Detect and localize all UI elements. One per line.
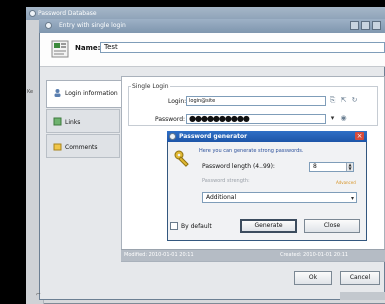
- tab-links[interactable]: Links: [46, 109, 120, 133]
- dialog-close-icon[interactable]: ×: [355, 132, 364, 140]
- keys-icon: [173, 149, 193, 169]
- person-icon: [54, 89, 61, 97]
- login-label: Login:: [168, 98, 187, 105]
- tab-label: Links: [65, 119, 81, 126]
- login-field[interactable]: login@site: [186, 96, 326, 106]
- charset-select-value: Additional: [206, 194, 237, 201]
- show-password-icon[interactable]: ◉: [339, 114, 348, 123]
- charset-select[interactable]: Additional ▾: [202, 192, 357, 203]
- cancel-button[interactable]: Cancel: [340, 271, 380, 285]
- tab-comments[interactable]: Comments: [46, 134, 120, 158]
- chevron-down-icon: ▾: [350, 195, 354, 202]
- modified-text: Modified: 2010-01-01 20:11: [124, 252, 194, 258]
- single-login-legend: Single Login: [131, 83, 170, 90]
- maximize-button[interactable]: [361, 21, 370, 30]
- entry-type-icon[interactable]: [50, 38, 72, 60]
- advanced-link[interactable]: Advanced: [336, 180, 356, 185]
- scrollbar[interactable]: [340, 292, 385, 300]
- dropdown-arrow-icon[interactable]: ▾: [328, 114, 337, 123]
- copy-icon[interactable]: ⎘: [328, 96, 337, 105]
- generator-icon: [169, 133, 176, 140]
- close-button[interactable]: [372, 21, 381, 30]
- password-length-label: Password length (4..99):: [202, 163, 275, 170]
- note-icon: [53, 143, 62, 151]
- password-field[interactable]: ●●●●●●●●●●: [186, 114, 326, 124]
- minimize-button[interactable]: [350, 21, 359, 30]
- close-dialog-button[interactable]: Close: [304, 219, 360, 233]
- entry-title-bar[interactable]: Entry with single login: [39, 19, 385, 33]
- password-strength-label: Password strength:: [202, 178, 250, 184]
- entry-title: Entry with single login: [59, 22, 126, 29]
- tab-label: Login information: [65, 90, 118, 97]
- history-icon[interactable]: ↻: [350, 96, 359, 105]
- outer-title: Password Database: [38, 10, 97, 17]
- open-icon[interactable]: ⇱: [339, 96, 348, 105]
- password-generator-title-bar[interactable]: Password generator ×: [167, 131, 367, 142]
- by-default-checkbox[interactable]: [170, 222, 178, 230]
- resize-grip-icon[interactable]: ⌐: [36, 291, 46, 299]
- created-text: Created: 2010-01-01 20:11: [280, 252, 349, 258]
- name-label: Name:: [75, 44, 101, 52]
- generate-button[interactable]: Generate: [240, 219, 297, 233]
- app-icon: [29, 10, 36, 17]
- by-default-label: By default: [181, 223, 212, 230]
- ok-button[interactable]: Ok: [294, 271, 332, 285]
- entry-icon: [45, 22, 52, 29]
- password-label: Password:: [155, 116, 186, 123]
- sidebar-text: Ke: [27, 89, 34, 95]
- link-icon: [53, 117, 62, 126]
- generator-description: Here you can generate strong passwords.: [199, 148, 304, 154]
- tab-login-information[interactable]: Login information: [46, 80, 122, 108]
- password-generator-title: Password generator: [179, 133, 248, 140]
- spin-arrows-icon[interactable]: ▲ ▼: [346, 163, 353, 171]
- tab-label: Comments: [65, 144, 98, 151]
- name-field[interactable]: Test: [100, 42, 385, 53]
